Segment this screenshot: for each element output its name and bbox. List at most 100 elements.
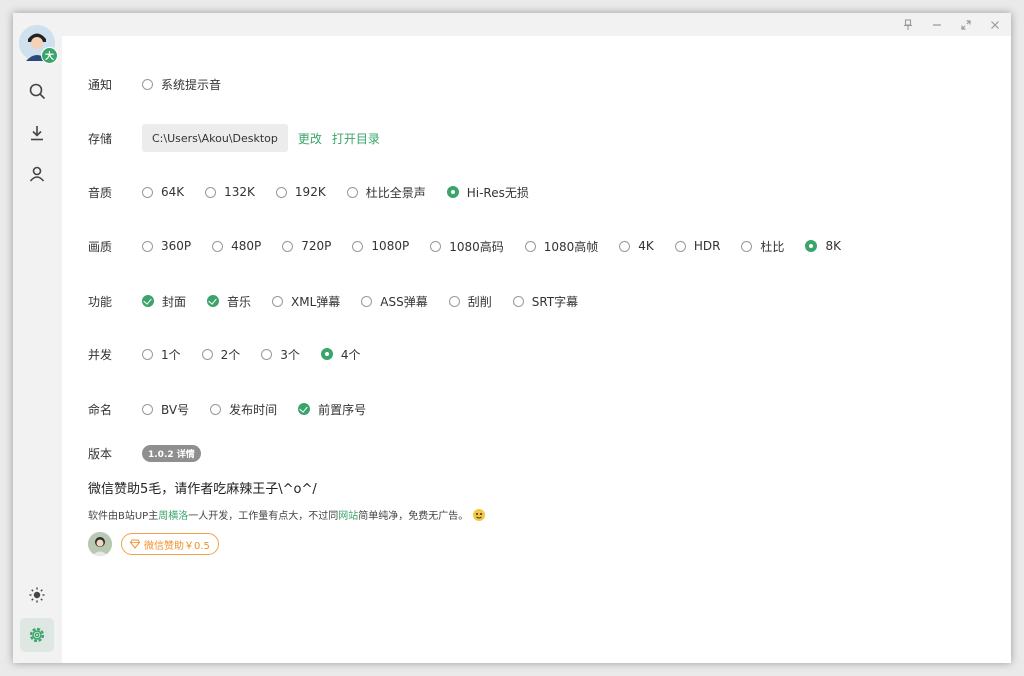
option-label: 杜比全景声 <box>365 185 426 200</box>
open-folder-link[interactable]: 打开目录 <box>332 130 380 147</box>
option-label: 3个 <box>280 347 300 362</box>
option-item[interactable]: 720P <box>282 238 331 255</box>
option-item[interactable]: 192K <box>275 184 326 201</box>
author-link[interactable]: 周横洛 <box>158 507 188 522</box>
radio-unselected[interactable] <box>346 186 358 198</box>
version-badge[interactable]: 1.0.2 详情 <box>142 444 201 462</box>
settings-panel: 通知 系统提示音 存储 C:\Users\Akou\Desktop 更改 打开目… <box>62 36 1011 663</box>
option-label: 1080高码 <box>449 239 504 254</box>
user-icon[interactable] <box>25 162 49 186</box>
option-label: 1个 <box>161 347 181 362</box>
radio-unselected[interactable] <box>430 240 442 252</box>
option-item[interactable]: 音乐 <box>207 293 251 310</box>
naming-row: 命名 BV号 发布时间 前置序号 <box>88 399 387 419</box>
video-quality-options: 360P 480P 720P 1080P 1080高码 1080高帧 4K HDR 杜比 8K <box>142 238 862 255</box>
checkbox-checked[interactable] <box>298 403 311 415</box>
radio-unselected[interactable] <box>448 295 460 307</box>
option-item[interactable]: ASS弹幕 <box>361 293 428 310</box>
option-item[interactable]: 64K <box>142 184 184 201</box>
option-label: 4个 <box>340 347 361 362</box>
checkbox-checked[interactable] <box>207 295 220 307</box>
radio-unselected[interactable] <box>205 186 217 198</box>
radio-selected[interactable] <box>446 186 459 198</box>
radio-unselected[interactable] <box>674 240 686 252</box>
option-label: 4K <box>638 239 654 253</box>
option-item[interactable]: 前置序号 <box>298 401 366 418</box>
settings-icon[interactable] <box>20 618 54 652</box>
radio-unselected[interactable] <box>512 295 524 307</box>
radio-unselected[interactable] <box>142 240 153 252</box>
minimize-icon[interactable] <box>925 13 949 36</box>
option-label: 1080高帧 <box>543 239 599 254</box>
user-avatar[interactable]: 大 <box>19 25 58 64</box>
avatar-badge: 大 <box>41 47 58 64</box>
radio-unselected[interactable] <box>275 186 287 198</box>
radio-unselected[interactable] <box>142 348 153 360</box>
audio-quality-row: 音质 64K 132K 192K 杜比全景声 Hi-Res无损 <box>88 182 550 202</box>
website-link[interactable]: 网站 <box>338 507 358 522</box>
option-item[interactable]: 杜比 <box>741 238 784 255</box>
option-item[interactable]: BV号 <box>142 401 189 418</box>
close-icon[interactable] <box>983 13 1007 36</box>
option-label: 刮削 <box>467 294 492 309</box>
option-item[interactable]: 发布时间 <box>210 401 277 418</box>
storage-path-field[interactable]: C:\Users\Akou\Desktop <box>142 124 288 152</box>
wechat-donate-button[interactable]: 微信赞助￥0.5 <box>121 533 219 555</box>
option-item[interactable]: 132K <box>205 184 255 201</box>
radio-unselected[interactable] <box>142 78 153 90</box>
option-item[interactable]: 3个 <box>261 346 300 363</box>
storage-row: 存储 C:\Users\Akou\Desktop 更改 打开目录 <box>88 124 390 152</box>
radio-unselected[interactable] <box>741 240 753 252</box>
radio-unselected[interactable] <box>524 240 536 252</box>
option-label: 2个 <box>220 347 241 362</box>
option-item[interactable]: 1080高码 <box>430 238 504 255</box>
option-item[interactable]: 4K <box>619 238 654 255</box>
radio-selected[interactable] <box>320 348 333 360</box>
radio-unselected[interactable] <box>201 348 213 360</box>
download-icon[interactable] <box>25 121 49 145</box>
radio-unselected[interactable] <box>619 240 631 252</box>
option-label: ASS弹幕 <box>380 294 428 309</box>
radio-unselected[interactable] <box>272 295 284 307</box>
radio-unselected[interactable] <box>142 403 153 415</box>
radio-unselected[interactable] <box>212 240 224 252</box>
option-item[interactable]: HDR <box>674 238 720 255</box>
version-label: 版本 <box>88 446 113 461</box>
radio-selected[interactable] <box>805 240 818 252</box>
notify-label: 通知 <box>88 77 113 92</box>
about-description: 软件由B站UP主 周横洛 一人开发，工作量有点大，不过同 网站 简单纯净，免费无… <box>88 506 487 522</box>
option-item[interactable]: 480P <box>212 238 261 255</box>
option-item[interactable]: 8K <box>805 238 841 255</box>
checkbox-checked[interactable] <box>142 295 154 307</box>
option-label: 音乐 <box>227 294 252 309</box>
option-item[interactable]: 2个 <box>201 346 241 363</box>
radio-unselected[interactable] <box>142 186 153 198</box>
option-item[interactable]: 刮削 <box>448 293 492 310</box>
search-icon[interactable] <box>25 79 49 103</box>
option-item[interactable]: 1080高帧 <box>524 238 599 255</box>
option-item[interactable]: 系统提示音 <box>142 76 221 93</box>
option-item[interactable]: XML弹幕 <box>272 293 340 310</box>
option-item[interactable]: 1080P <box>352 238 409 255</box>
option-item[interactable]: 4个 <box>320 346 361 363</box>
option-label: BV号 <box>161 402 190 417</box>
radio-unselected[interactable] <box>210 403 222 415</box>
radio-unselected[interactable] <box>361 295 373 307</box>
option-item[interactable]: 1个 <box>142 346 181 363</box>
radio-unselected[interactable] <box>282 240 294 252</box>
maximize-icon[interactable] <box>954 13 978 36</box>
concurrency-row: 并发 1个 2个 3个 4个 <box>88 344 382 364</box>
option-item[interactable]: Hi-Res无损 <box>446 184 529 201</box>
change-path-link[interactable]: 更改 <box>298 130 322 147</box>
option-item[interactable]: SRT字幕 <box>512 293 578 310</box>
author-avatar <box>88 532 112 556</box>
pin-icon[interactable] <box>896 13 920 36</box>
option-item[interactable]: 杜比全景声 <box>346 184 426 201</box>
audio-quality-label: 音质 <box>88 185 113 200</box>
brightness-icon[interactable] <box>25 583 49 607</box>
option-item[interactable]: 360P <box>142 238 191 255</box>
radio-unselected[interactable] <box>261 348 273 360</box>
radio-unselected[interactable] <box>352 240 364 252</box>
concurrency-options: 1个 2个 3个 4个 <box>142 346 382 363</box>
option-item[interactable]: 封面 <box>142 293 186 310</box>
